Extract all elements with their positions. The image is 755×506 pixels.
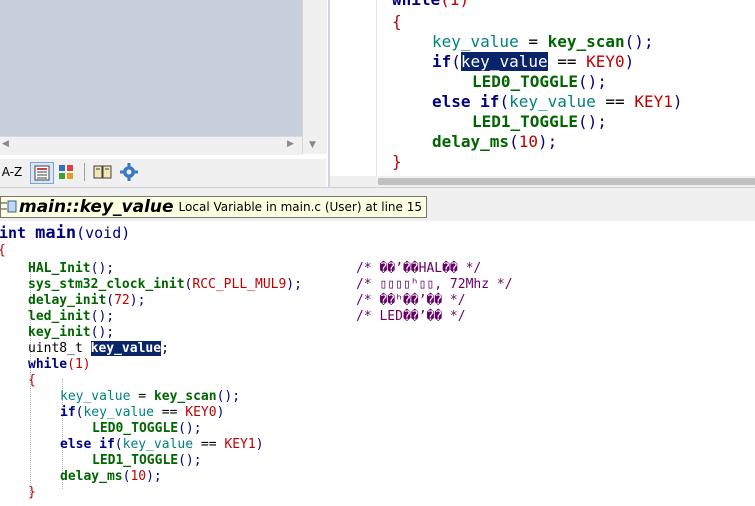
- list-view-icon: [34, 165, 50, 181]
- comment-hal-init: /* ��’��HAL�� */: [356, 261, 482, 276]
- code-line-led1: LED1_TOGGLE();: [92, 453, 202, 468]
- code-line-close-brace: }: [392, 152, 402, 171]
- settings-button[interactable]: [118, 162, 140, 182]
- code-line-delay-init: delay_init(72);: [28, 293, 146, 308]
- code-line-led1: LED1_TOGGLE();: [472, 112, 607, 131]
- code-line-main-signature: int main(void): [0, 223, 131, 243]
- project-tree-vertical-scrollbar[interactable]: ▼: [302, 0, 327, 154]
- sort-az-button[interactable]: A-Z: [0, 162, 24, 182]
- editor-pane-top[interactable]: while(1) { key_value = key_scan(); if(ke…: [330, 0, 755, 176]
- code-line-led-init: led_init();: [28, 309, 115, 324]
- code-line-key-scan: key_value = key_scan();: [432, 32, 654, 51]
- symbol-tooltip: main::key_value Local Variable in main.c…: [0, 196, 427, 218]
- code-line-else-if: else if(key_value == KEY1): [60, 437, 264, 452]
- category-view-button[interactable]: [56, 162, 78, 182]
- scroll-right-icon[interactable]: ▶: [287, 139, 294, 149]
- sort-az-label: A-Z: [1, 165, 23, 179]
- selected-identifier: key_value: [460, 52, 548, 71]
- project-tree-horizontal-scrollbar[interactable]: ◀ ▶: [0, 136, 302, 155]
- editor-pane-bottom[interactable]: int main(void) { HAL_Init(); /* ��’��HAL…: [0, 221, 755, 506]
- code-line-if-key0: if(key_value == KEY0): [60, 405, 225, 420]
- code-line-hal-init: HAL_Init();: [28, 261, 115, 276]
- scroll-down-icon[interactable]: ▼: [309, 140, 316, 150]
- code-line-key-init: key_init();: [28, 325, 115, 340]
- code-line-if-key0: if(key_value == KEY0): [432, 52, 635, 71]
- code-line-delay: delay_ms(10);: [60, 469, 162, 484]
- symbols-toolbar: A-Z: [0, 159, 326, 187]
- gear-icon: [120, 163, 138, 181]
- code-line-while: while(1): [392, 0, 469, 10]
- book-button[interactable]: [92, 162, 114, 182]
- category-view-icon: [59, 165, 73, 179]
- code-line-while: while(1): [28, 357, 91, 372]
- comment-delay-init: /* ��ʰ��’�� */: [356, 293, 466, 308]
- editor-scroll-thumb[interactable]: [378, 178, 755, 185]
- code-line-delay: delay_ms(10);: [432, 132, 558, 151]
- code-line-inner-close: }: [28, 485, 36, 500]
- scroll-left-icon[interactable]: ◀: [2, 139, 9, 149]
- code-line-else-if: else if(key_value == KEY1): [432, 92, 683, 111]
- code-line-led0: LED0_TOGGLE();: [472, 72, 607, 91]
- code-line-inner-open: {: [28, 373, 36, 388]
- editor-gutter: [330, 0, 377, 176]
- code-line-main-open: {: [0, 243, 6, 259]
- book-icon: [93, 165, 112, 179]
- list-view-button[interactable]: [30, 162, 54, 184]
- tooltip-symbol-description: Local Variable in main.c (User) at line …: [178, 200, 422, 214]
- project-tree-panel[interactable]: [0, 0, 302, 136]
- toolbar-separator: [84, 163, 85, 181]
- comment-led-init: /* LED��’�� */: [356, 309, 466, 324]
- tooltip-symbol-name: main::key_value: [19, 197, 174, 217]
- code-line-declaration: uint8_t key_value;: [28, 341, 169, 356]
- code-line-open-brace: {: [392, 12, 402, 31]
- code-line-key-scan: key_value = key_scan();: [60, 389, 241, 404]
- code-line-clock-init: sys_stm32_clock_init(RCC_PLL_MUL9);: [28, 277, 302, 292]
- comment-clock-init: /* ▯▯▯▯ʰ▯▯, 72Mhz */: [356, 277, 513, 292]
- selected-identifier: key_value: [90, 341, 162, 356]
- variable-icon: [1, 200, 17, 213]
- code-line-led0: LED0_TOGGLE();: [92, 421, 202, 436]
